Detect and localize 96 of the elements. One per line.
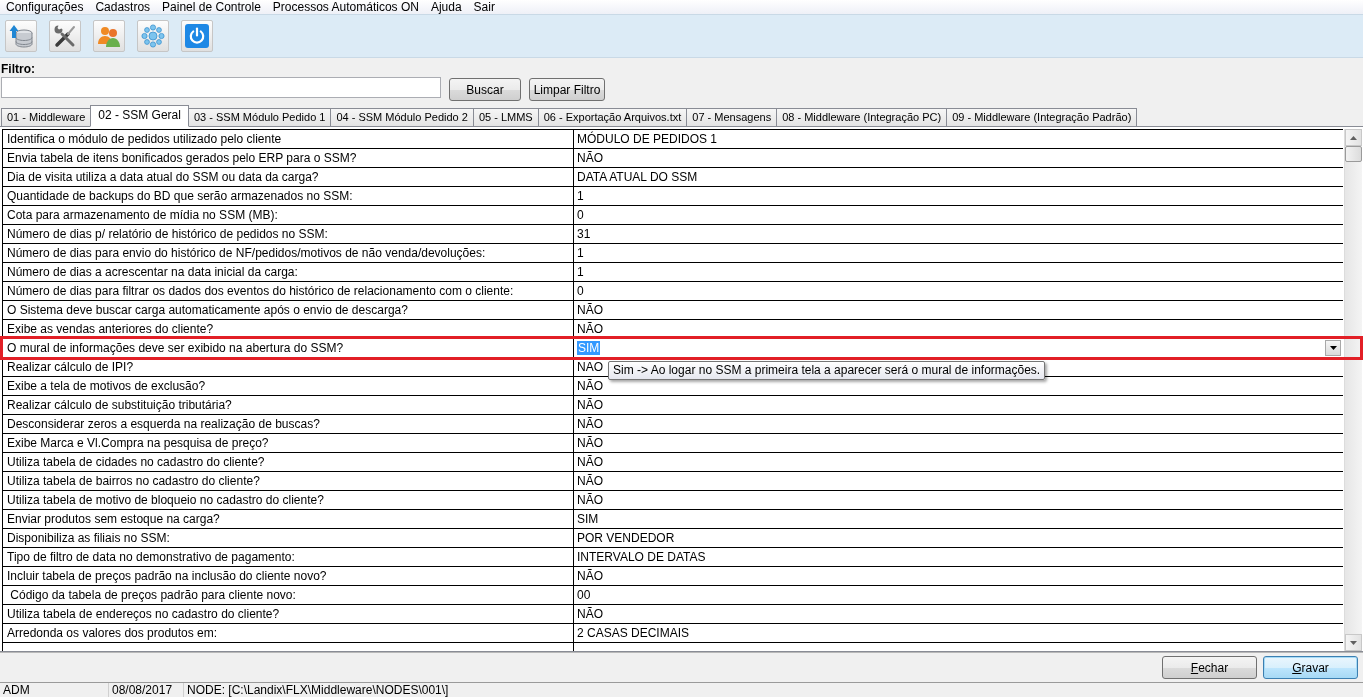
save-button[interactable]: Gravar (1263, 656, 1358, 679)
scrollbar-thumb[interactable] (1345, 146, 1362, 162)
setting-label: Dia de visita utiliza a data atual do SSM ou data da carga? (7, 170, 319, 184)
setting-label: Número de dias a acrescentar na data inicial da carga: (7, 265, 298, 279)
setting-value: NÃO (577, 607, 603, 621)
tab[interactable]: 03 - SSM Módulo Pedido 1 (187, 108, 332, 127)
up-arrow-icon (1350, 135, 1357, 140)
setting-value: NÃO (577, 493, 603, 507)
setting-label: Disponibiliza as filiais no SSM: (7, 531, 170, 545)
tab[interactable]: 05 - LMMS (472, 108, 539, 127)
status-text: NODE: [C:\Landix\FLX\Middleware\NODES\001\] (187, 683, 449, 697)
setting-value: 1 (577, 189, 584, 203)
setting-value: 0 (577, 284, 584, 298)
setting-label: Realizar cálculo de IPI? (7, 360, 134, 374)
setting-value: 2 CASAS DECIMAIS (577, 626, 690, 640)
filter-input-field[interactable] (1, 77, 441, 98)
setting-value: NÃO (577, 474, 603, 488)
menu-item[interactable]: Painel de Controle (162, 0, 261, 14)
setting-label: O mural de informações deve ser exibido na abertura do SSM? (7, 341, 344, 355)
database-upload-icon (9, 24, 33, 48)
setting-value: 00 (577, 588, 591, 602)
setting-value: NÃO (577, 569, 603, 583)
setting-value: NÃO (577, 436, 603, 450)
setting-label: Incluir tabela de preços padrão na inclusão do cliente novo? (7, 569, 327, 583)
dropdown-button[interactable] (1325, 340, 1341, 356)
setting-label: Utiliza tabela de bairros no cadastro do cliente? (7, 474, 260, 488)
setting-label: Código da tabela de preços padrão para cliente novo: (9, 588, 296, 602)
power-icon (185, 24, 209, 48)
setting-value: NÃO (577, 322, 603, 336)
database-button[interactable] (5, 20, 37, 52)
setting-label: Desconsiderar zeros a esquerda na realização de buscas? (7, 417, 320, 431)
setting-label: Arredonda os valores dos produtos em: (7, 626, 218, 640)
setting-label: Exibe Marca e Vl.Compra na pesquisa de preço? (7, 436, 269, 450)
menu-item[interactable]: Processos Automáticos ON (272, 0, 419, 14)
power-button[interactable] (181, 20, 213, 52)
setting-label: Realizar cálculo de substituição tributária? (7, 398, 232, 412)
setting-value: INTERVALO DE DATAS (577, 550, 706, 564)
setting-label: Utiliza tabela de endereços no cadastro do cliente? (7, 607, 280, 621)
tools-icon (53, 24, 77, 48)
menu-item[interactable]: Sair (473, 0, 495, 14)
setting-label: Número de dias para filtrar os dados dos eventos do histórico de relacionamento com o cliente: (7, 284, 514, 298)
tab[interactable]: 02 - SSM Geral (90, 105, 189, 127)
setting-value: SIM (577, 512, 599, 526)
menu-item[interactable]: Configurações (6, 0, 84, 14)
menu-item[interactable]: Ajuda (430, 0, 462, 14)
tab[interactable]: 06 - Exportação Arquivos.txt (537, 108, 688, 127)
caret-icon (1329, 346, 1337, 350)
setting-value: NÃO (577, 303, 603, 317)
setting-label: Exibe a tela de motivos de exclusão? (7, 379, 206, 393)
setting-label: Utiliza tabela de cidades no cadastro do cliente? (7, 455, 265, 469)
setting-value: NÃO (577, 417, 603, 431)
setting-label: Número de dias p/ relatório de histórico de pedidos no SSM: (7, 227, 328, 241)
setting-label: Envia tabela de itens bonificados gerados pelo ERP para o SSM? (7, 151, 357, 165)
tab[interactable]: 08 - Middleware (Integração PC) (776, 108, 948, 127)
scroll-up-button[interactable] (1345, 129, 1362, 146)
setting-label: Enviar produtos sem estoque na carga? (7, 512, 220, 526)
setting-value: MÓDULO DE PEDIDOS 1 (577, 132, 718, 146)
setting-value: NÃO (577, 455, 603, 469)
search-button[interactable]: Buscar (449, 78, 521, 101)
setting-value: POR VENDEDOR (577, 531, 675, 545)
setting-value: 1 (577, 265, 584, 279)
scrollbar[interactable] (1344, 129, 1362, 651)
people-icon (97, 24, 121, 48)
setting-label: Identifica o módulo de pedidos utilizado pelo cliente (7, 132, 282, 146)
setting-value: NÃO (577, 379, 603, 393)
menu-item[interactable]: Cadastros (95, 0, 151, 14)
scroll-down-button[interactable] (1345, 634, 1362, 651)
people-button[interactable] (93, 20, 125, 52)
setting-label: Exibe as vendas anteriores do cliente? (7, 322, 214, 336)
tooltip: Sim -> Ao logar no SSM a primeira tela a aparecer será o mural de informações. (608, 361, 1046, 380)
setting-label: Quantidade de backups do BD que serão armazenados no SSM: (7, 189, 353, 203)
tab[interactable]: 09 - Middleware (Integração Padrão) (946, 108, 1138, 127)
setting-value: 31 (577, 227, 591, 241)
setting-label: Utiliza tabela de motivo de bloqueio no cadastro do cliente? (7, 493, 324, 507)
filter-label: Filtro: (1, 62, 35, 77)
setting-value: 0 (577, 208, 584, 222)
setting-value: 1 (577, 246, 584, 260)
setting-label: O Sistema deve buscar carga automaticamente após o envio de descarga? (7, 303, 408, 317)
network-icon (141, 24, 165, 48)
tab[interactable]: 07 - Mensagens (686, 108, 778, 127)
close-button[interactable]: Fechar (1162, 656, 1257, 679)
setting-label: Cota para armazenamento de mídia no SSM (MB): (7, 208, 278, 222)
down-arrow-icon (1350, 640, 1357, 645)
setting-value: NAO (577, 360, 603, 374)
setting-value: NÃO (577, 398, 603, 412)
setting-label: Tipo de filtro de data no demonstrativo de pagamento: (7, 550, 295, 564)
status-text: ADM (3, 683, 30, 697)
tools-button[interactable] (49, 20, 81, 52)
setting-value: DATA ATUAL DO SSM (577, 170, 698, 184)
status-text: 08/08/2017 (112, 683, 173, 697)
setting-value: NÃO (577, 151, 603, 165)
tab[interactable]: 01 - Middleware (1, 108, 92, 127)
network-button[interactable] (137, 20, 169, 52)
clear-filter-button[interactable]: Limpar Filtro (529, 78, 605, 101)
tab[interactable]: 04 - SSM Módulo Pedido 2 (330, 108, 474, 127)
setting-label: Número de dias para envio do histórico de NF/pedidos/motivos de não venda/devoluções: (7, 246, 486, 260)
